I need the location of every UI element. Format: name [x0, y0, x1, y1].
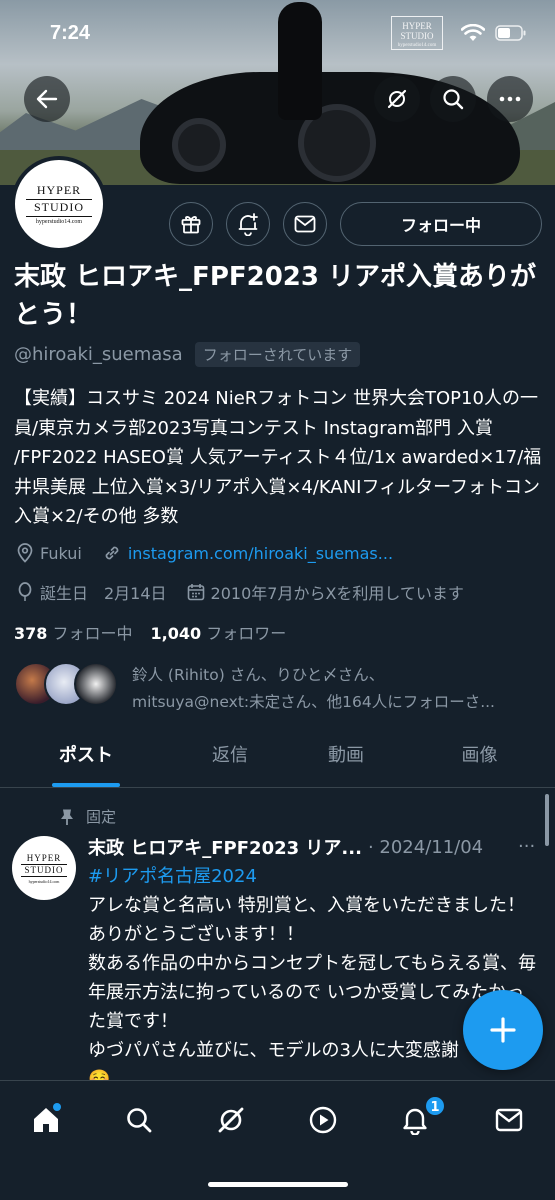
post-avatar-logo-line2: STUDIO	[21, 865, 67, 877]
grok-button[interactable]	[374, 76, 420, 122]
tab-media[interactable]: 画像	[404, 730, 555, 787]
profile-bio: 【実績】コスサミ 2024 NieRフォトコン 世界大会TOP10人の一員/東京…	[14, 388, 542, 527]
profile-display-name: 末政 ヒロアキ_FPF2023 リアポ入賞ありがとう！	[14, 262, 537, 330]
scrollbar[interactable]	[545, 794, 549, 846]
nav-video[interactable]	[300, 1097, 346, 1143]
calendar-icon	[187, 584, 204, 601]
play-circle-icon	[309, 1106, 337, 1134]
banner-watermark-logo: HYPER STUDIO hyperstudio14.com	[391, 16, 443, 50]
follows-you-badge: フォローされています	[194, 342, 361, 367]
followers-count-link[interactable]: 1,040 フォロワー	[151, 620, 287, 644]
nav-messages[interactable]	[486, 1097, 532, 1143]
pinned-indicator: 固定	[60, 806, 116, 827]
known-followers-text[interactable]: 鈴人 (Rihito) さん、りひと〆さん、 mitsuya@next:未定さん…	[132, 662, 542, 716]
message-button[interactable]	[283, 202, 327, 246]
banner-car-wheel	[172, 118, 226, 172]
hyper-studio-logo: HYPER STUDIO hyperstudio14.com	[26, 183, 92, 225]
banner-logo-line1: HYPER	[402, 21, 432, 31]
home-indicator	[208, 1182, 348, 1187]
profile-avatar[interactable]: HYPER STUDIO hyperstudio14.com	[11, 156, 107, 252]
bell-plus-icon	[238, 213, 258, 236]
follow-counts: 378 フォロー中 1,040 フォロワー	[14, 620, 286, 644]
back-button[interactable]	[24, 76, 70, 122]
post-more-button[interactable]: ···	[518, 836, 535, 857]
post-date[interactable]: · 2024/11/04	[368, 837, 483, 858]
arrow-left-icon	[36, 89, 58, 109]
known-followers-line2: mitsuya@next:未定さん、他164人にフォローさ...	[132, 693, 495, 711]
profile-birthday: 誕生日 2月14日	[40, 584, 167, 603]
tab-posts[interactable]: ポスト	[0, 730, 172, 787]
more-button[interactable]	[487, 76, 533, 122]
post-avatar-logo-line3: hyperstudio14.com	[28, 878, 60, 884]
plus-icon	[490, 1017, 516, 1043]
following-label: フォロー中	[52, 624, 133, 643]
post-line: アレな賞と名高い 特別賞と、入賞をいただきました！ありがとうございます！！	[88, 895, 525, 945]
wifi-icon	[461, 24, 485, 41]
post-text[interactable]: #リアポ名古屋2024 アレな賞と名高い 特別賞と、入賞をいただきました！ありが…	[88, 862, 542, 1094]
profile-meta-dates-row: 誕生日 2月14日 2010年7月からXを利用しています	[16, 580, 464, 604]
tab-videos[interactable]: 動画	[288, 730, 404, 787]
avatar-logo-line3: hyperstudio14.com	[35, 219, 83, 225]
known-followers-avatars[interactable]	[14, 662, 118, 706]
following-button[interactable]: フォロー中	[340, 202, 542, 246]
following-count-link[interactable]: 378 フォロー中	[14, 620, 133, 644]
profile-tabs: ポスト 返信 動画 画像	[0, 730, 555, 788]
gift-icon	[181, 216, 201, 234]
balloon-icon	[18, 582, 32, 601]
post-author-avatar[interactable]: HYPER STUDIO hyperstudio14.com	[12, 836, 76, 900]
known-follower-avatar	[74, 662, 118, 706]
link-icon	[105, 546, 119, 560]
post-hashtag[interactable]: #リアポ名古屋2024	[88, 862, 542, 891]
envelope-icon	[294, 215, 316, 233]
following-count: 378	[14, 624, 48, 643]
pinned-label: 固定	[86, 808, 117, 826]
status-icons	[461, 24, 527, 42]
handle-row: @hiroaki_suemasa フォローされています	[14, 342, 361, 367]
post-header: 末政 ヒロアキ_FPF2023 リア... · 2024/11/04	[88, 834, 528, 860]
profile-location: Fukui	[40, 543, 82, 563]
hyper-studio-logo: HYPER STUDIO hyperstudio14.com	[21, 853, 67, 884]
subscribe-gift-button[interactable]	[169, 202, 213, 246]
nav-home[interactable]	[23, 1097, 69, 1143]
pin-icon	[61, 809, 73, 825]
tab-replies[interactable]: 返信	[172, 730, 288, 787]
notification-badge: 1	[424, 1095, 446, 1117]
grok-icon	[218, 1107, 244, 1133]
banner-model	[278, 2, 322, 120]
profile-website-link[interactable]: instagram.com/hiroaki_suemas...	[128, 544, 393, 563]
avatar-logo-line2: STUDIO	[26, 200, 92, 217]
search-icon	[443, 89, 464, 110]
more-dots-icon	[499, 96, 521, 102]
profile-meta-location-row: Fukui instagram.com/hiroaki_suemas...	[16, 543, 393, 563]
banner-logo-line3: hyperstudio14.com	[397, 43, 437, 48]
home-unread-dot	[53, 1103, 61, 1111]
battery-icon	[495, 25, 526, 41]
followers-label: フォロワー	[206, 624, 287, 643]
avatar-logo-line1: HYPER	[26, 183, 92, 200]
search-button[interactable]	[430, 76, 476, 122]
post-avatar-logo-line1: HYPER	[21, 853, 67, 865]
location-pin-icon	[17, 543, 33, 563]
grok-icon	[387, 89, 407, 109]
compose-post-button[interactable]	[463, 990, 543, 1070]
banner-logo-line2: STUDIO	[400, 31, 434, 41]
profile-handle: @hiroaki_suemasa	[14, 344, 183, 365]
status-time: 7:24	[50, 22, 91, 44]
profile-joined-date: 2010年7月からXを利用しています	[210, 584, 464, 603]
notify-button[interactable]	[226, 202, 270, 246]
post-author-name[interactable]: 末政 ヒロアキ_FPF2023 リア...	[88, 834, 362, 860]
search-icon	[127, 1108, 152, 1133]
nav-explore[interactable]	[116, 1097, 162, 1143]
known-followers-line1: 鈴人 (Rihito) さん、りひと〆さん、	[132, 666, 385, 684]
nav-grok[interactable]	[208, 1097, 254, 1143]
envelope-icon	[495, 1108, 523, 1132]
followers-count: 1,040	[150, 624, 202, 643]
